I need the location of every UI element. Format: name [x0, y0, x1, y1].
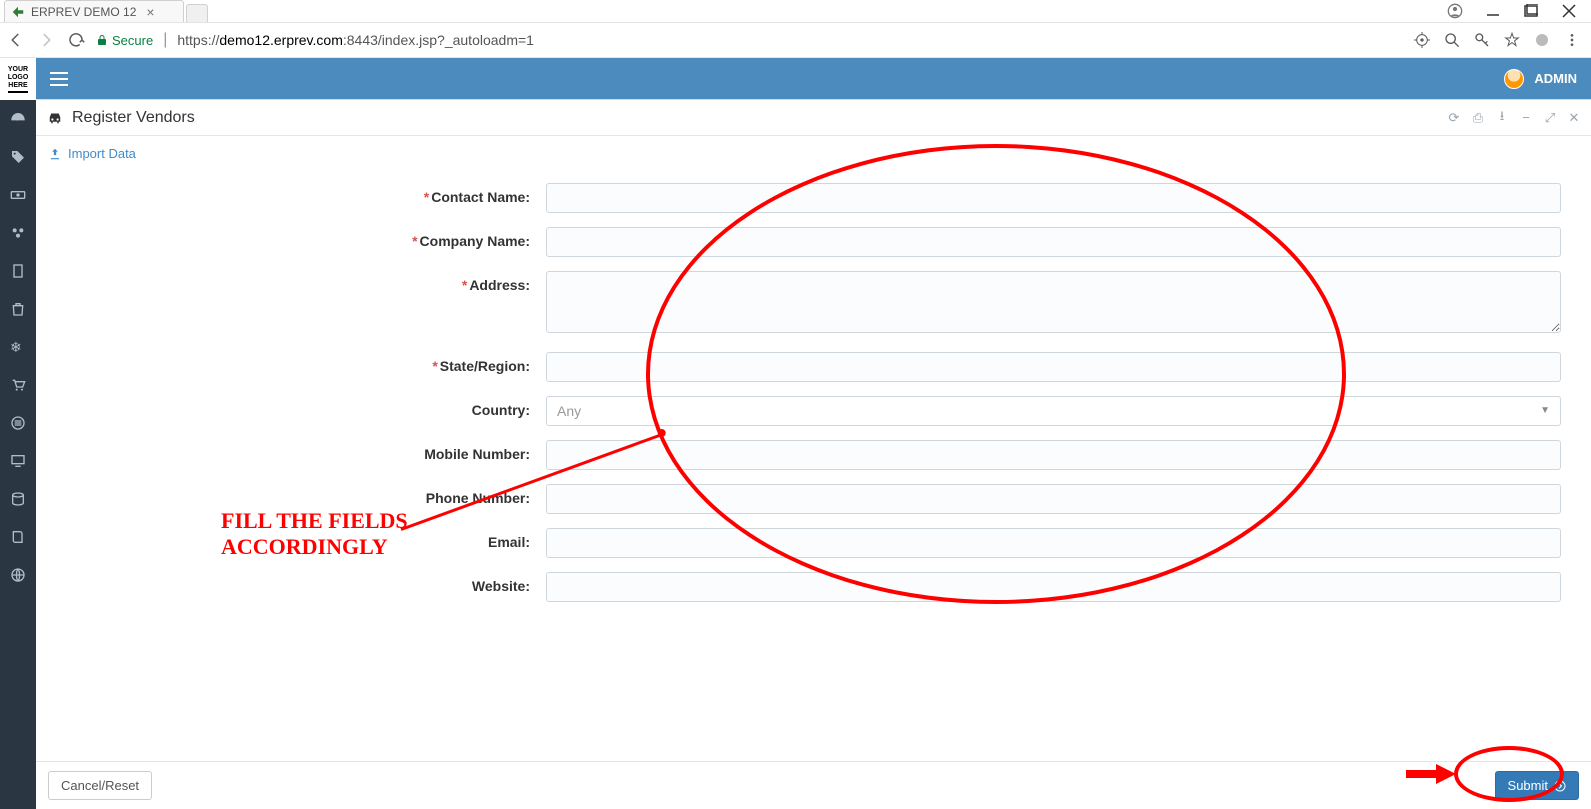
- label-company-name: *Company Name:: [46, 227, 546, 249]
- sidebar-item-cash[interactable]: [0, 176, 36, 214]
- sidebar-item-snowflake[interactable]: ❄: [0, 328, 36, 366]
- new-tab-button[interactable]: [186, 4, 208, 22]
- secure-indicator[interactable]: Secure: [96, 33, 153, 48]
- extensions-globe-icon[interactable]: [1533, 31, 1551, 49]
- address-input[interactable]: [546, 271, 1561, 333]
- sidebar-item-cart[interactable]: [0, 366, 36, 404]
- sidebar-item-vendors[interactable]: [0, 214, 36, 252]
- car-icon: [46, 109, 64, 127]
- location-icon[interactable]: [1413, 31, 1431, 49]
- label-contact-name: *Contact Name:: [46, 183, 546, 205]
- nav-forward-button[interactable]: [36, 30, 56, 50]
- url-display[interactable]: https://demo12.erprev.com:8443/index.jsp…: [177, 32, 534, 48]
- bookmark-star-icon[interactable]: [1503, 31, 1521, 49]
- sidebar-item-database[interactable]: [0, 480, 36, 518]
- email-input[interactable]: [546, 528, 1561, 558]
- url-host: demo12.erprev.com: [219, 32, 342, 48]
- panel-refresh-icon[interactable]: ⟳: [1447, 111, 1461, 125]
- vendor-form: *Contact Name: *Company Name: *Address: …: [36, 176, 1591, 609]
- logo-line3: HERE: [8, 82, 27, 89]
- address-bar: Secure | https://demo12.erprev.com:8443/…: [0, 22, 1591, 58]
- submit-button[interactable]: Submit: [1495, 771, 1579, 800]
- main-area: ADMIN Register Vendors ⟳ ⎙ ⭳ − ⤢ ✕ Impor…: [36, 58, 1591, 809]
- panel-print-icon[interactable]: ⎙: [1471, 111, 1485, 125]
- mobile-number-input[interactable]: [546, 440, 1561, 470]
- cancel-reset-button[interactable]: Cancel/Reset: [48, 771, 152, 800]
- logo-line1: YOUR: [8, 66, 28, 73]
- url-path: :8443/index.jsp?_autoloadm=1: [343, 32, 534, 48]
- zoom-icon[interactable]: [1443, 31, 1461, 49]
- logo-line2: LOGO: [8, 74, 29, 81]
- browser-menu-icon[interactable]: [1563, 31, 1581, 49]
- key-icon[interactable]: [1473, 31, 1491, 49]
- panel-minimize-icon[interactable]: −: [1519, 111, 1533, 125]
- browser-tab-strip: ERPREV DEMO 12 ×: [0, 0, 1591, 22]
- country-selected-value: Any: [557, 403, 581, 419]
- label-website: Website:: [46, 572, 546, 594]
- tab-title: ERPREV DEMO 12: [31, 5, 136, 19]
- sidebar-item-document[interactable]: [0, 252, 36, 290]
- sidebar-item-dashboard[interactable]: [0, 100, 36, 138]
- label-mobile-number: Mobile Number:: [46, 440, 546, 462]
- tab-close-icon[interactable]: ×: [146, 5, 154, 19]
- form-footer: Cancel/Reset Submit: [36, 761, 1591, 809]
- company-name-input[interactable]: [546, 227, 1561, 257]
- label-country: Country:: [46, 396, 546, 418]
- menu-toggle-button[interactable]: [50, 72, 68, 86]
- sidebar-item-tags[interactable]: [0, 138, 36, 176]
- upload-icon: [48, 147, 62, 161]
- state-region-input[interactable]: [546, 352, 1561, 382]
- country-select[interactable]: Any ▼: [546, 396, 1561, 426]
- label-phone-number: Phone Number:: [46, 484, 546, 506]
- panel-close-icon[interactable]: ✕: [1567, 111, 1581, 125]
- nav-reload-button[interactable]: [66, 30, 86, 50]
- sidebar-item-monitor[interactable]: [0, 442, 36, 480]
- sidebar: YOUR LOGO HERE ❄: [0, 58, 36, 809]
- sidebar-item-stream[interactable]: [0, 404, 36, 442]
- address-separator: |: [163, 31, 167, 49]
- logo[interactable]: YOUR LOGO HERE: [0, 58, 36, 100]
- sidebar-item-trash[interactable]: [0, 290, 36, 328]
- nav-back-button[interactable]: [6, 30, 26, 50]
- import-data-label: Import Data: [68, 146, 136, 161]
- avatar[interactable]: [1504, 69, 1524, 89]
- panel-download-icon[interactable]: ⭳: [1495, 111, 1509, 125]
- panel-header: Register Vendors ⟳ ⎙ ⭳ − ⤢ ✕: [36, 100, 1591, 136]
- topbar: ADMIN: [36, 58, 1591, 100]
- panel-body: Import Data *Contact Name: *Company Name…: [36, 136, 1591, 809]
- label-state-region: *State/Region:: [46, 352, 546, 374]
- window-minimize-button[interactable]: [1485, 3, 1501, 19]
- account-icon[interactable]: [1447, 3, 1463, 19]
- panel-expand-icon[interactable]: ⤢: [1543, 111, 1557, 125]
- window-close-button[interactable]: [1561, 3, 1577, 19]
- secure-label: Secure: [112, 33, 153, 48]
- website-input[interactable]: [546, 572, 1561, 602]
- sidebar-item-book[interactable]: [0, 518, 36, 556]
- label-address: *Address:: [46, 271, 546, 293]
- chevron-down-icon: ▼: [1540, 405, 1550, 416]
- snowflake-icon: ❄: [10, 339, 26, 355]
- tab-favicon-icon: [11, 5, 25, 19]
- browser-tab[interactable]: ERPREV DEMO 12 ×: [4, 0, 184, 22]
- sidebar-item-globe[interactable]: [0, 556, 36, 594]
- import-data-link[interactable]: Import Data: [48, 146, 136, 161]
- panel-title-text: Register Vendors: [72, 109, 195, 127]
- phone-number-input[interactable]: [546, 484, 1561, 514]
- arrow-right-icon: [1554, 780, 1566, 792]
- label-email: Email:: [46, 528, 546, 550]
- contact-name-input[interactable]: [546, 183, 1561, 213]
- window-maximize-button[interactable]: [1523, 3, 1539, 19]
- user-label[interactable]: ADMIN: [1534, 71, 1577, 86]
- lock-icon: [96, 34, 108, 46]
- url-scheme: https://: [177, 32, 219, 48]
